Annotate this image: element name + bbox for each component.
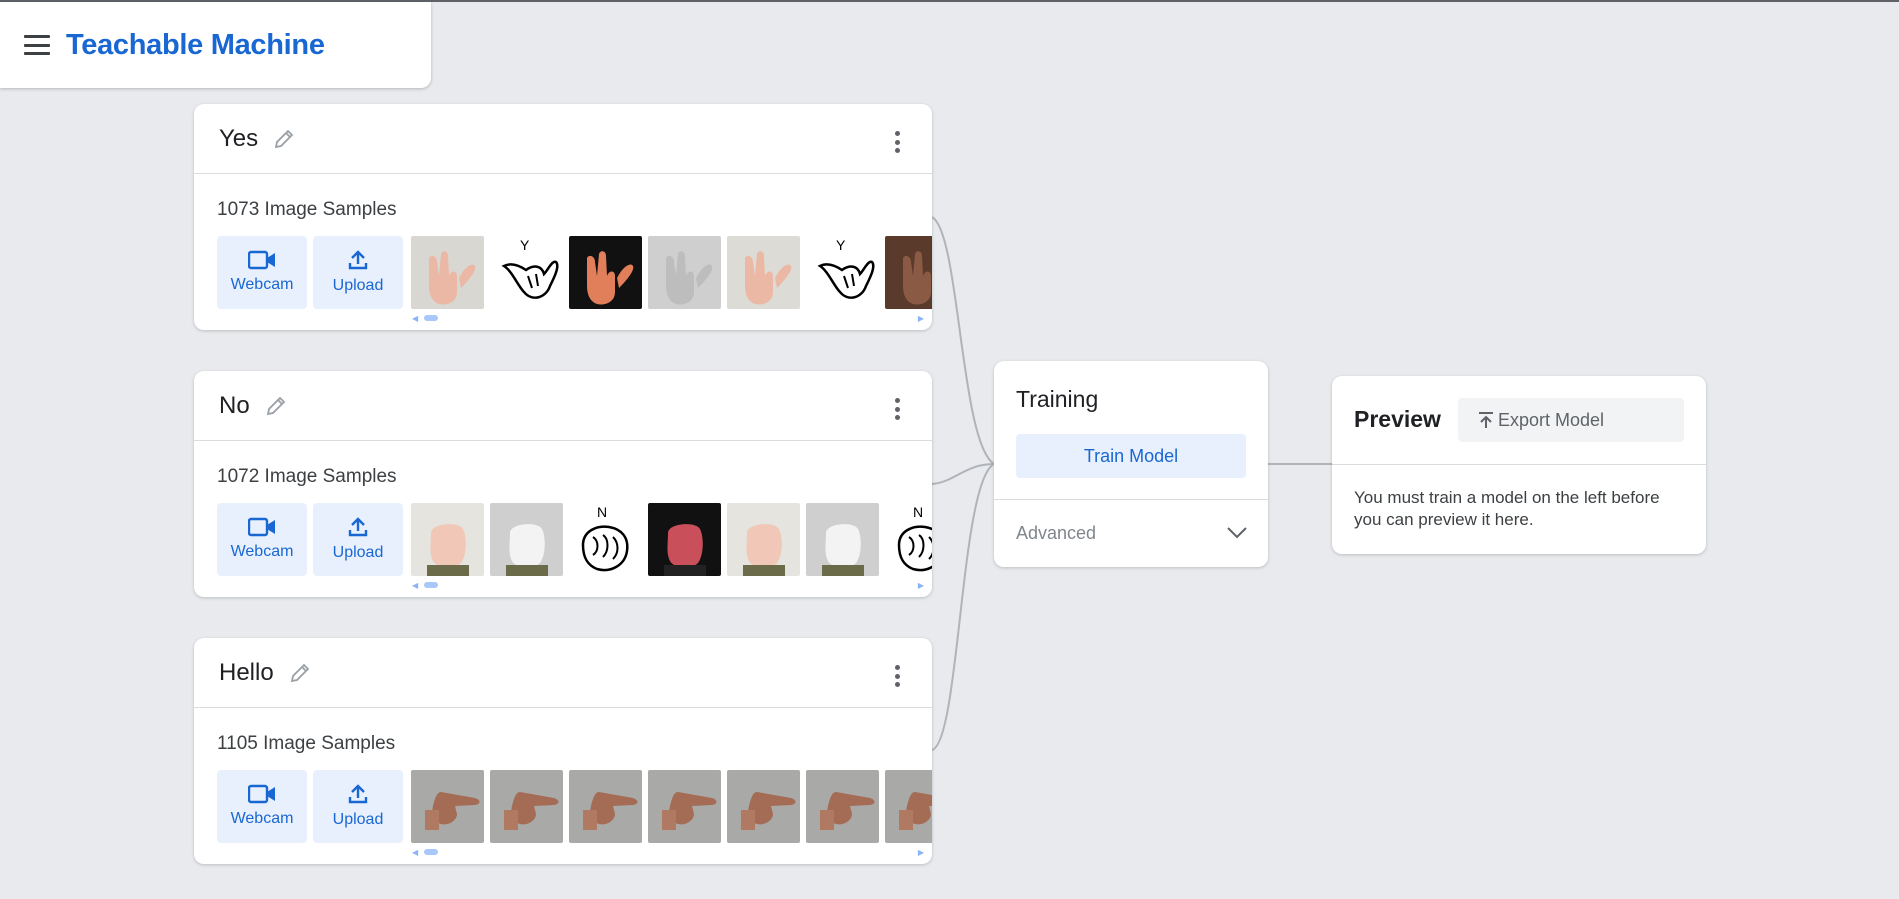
- sample-thumbnail[interactable]: [727, 235, 800, 309]
- webcam-icon: [248, 517, 275, 537]
- preview-divider: [1332, 464, 1706, 465]
- sample-thumbnail[interactable]: [727, 769, 800, 843]
- scroll-thumb[interactable]: [424, 849, 438, 855]
- preview-message: You must train a model on the left befor…: [1354, 488, 1660, 529]
- sample-scrollbar[interactable]: ◀ ▶: [412, 314, 924, 323]
- upload-label: Upload: [332, 544, 384, 561]
- sample-row: Webcam Upload N N: [217, 502, 932, 576]
- sample-thumbnail[interactable]: [411, 235, 484, 309]
- sample-thumbnail[interactable]: [885, 769, 932, 843]
- sample-thumbnail[interactable]: [806, 502, 879, 576]
- preview-title: Preview: [1354, 406, 1441, 432]
- export-model-button[interactable]: Export Model: [1458, 398, 1684, 442]
- sample-count: 1105 Image Samples: [217, 733, 396, 754]
- sample-count: 1072 Image Samples: [217, 466, 397, 487]
- webcam-button[interactable]: Webcam: [217, 769, 307, 843]
- sample-thumbnail[interactable]: N: [885, 502, 932, 576]
- sample-count: 1073 Image Samples: [217, 199, 397, 220]
- train-model-button[interactable]: Train Model: [1016, 434, 1246, 478]
- sample-thumbnails: Y Y: [411, 235, 932, 309]
- sample-row: Webcam Upload: [217, 769, 932, 843]
- sample-thumbnail[interactable]: Y: [806, 235, 879, 309]
- sample-thumbnail[interactable]: [727, 502, 800, 576]
- sample-row: Webcam Upload Y Y: [217, 235, 932, 309]
- svg-text:N: N: [597, 504, 607, 520]
- scroll-left-icon[interactable]: ◀: [412, 848, 418, 857]
- sample-thumbnail[interactable]: [885, 235, 932, 309]
- sample-thumbnail[interactable]: [490, 502, 563, 576]
- scroll-right-icon[interactable]: ▶: [918, 848, 924, 857]
- sample-thumbnail[interactable]: [411, 769, 484, 843]
- webcam-button[interactable]: Webcam: [217, 235, 307, 309]
- scroll-right-icon[interactable]: ▶: [918, 314, 924, 323]
- scroll-thumb[interactable]: [424, 582, 438, 588]
- training-panel: Training Train Model Advanced: [994, 361, 1268, 567]
- upload-button[interactable]: Upload: [313, 769, 403, 843]
- scroll-left-icon[interactable]: ◀: [412, 581, 418, 590]
- chevron-down-icon: [1227, 527, 1247, 539]
- sample-scrollbar[interactable]: ◀ ▶: [412, 581, 924, 590]
- sample-thumbnail[interactable]: [569, 769, 642, 843]
- pencil-icon[interactable]: [288, 661, 312, 685]
- sample-thumbnail[interactable]: [490, 769, 563, 843]
- upload-button[interactable]: Upload: [313, 235, 403, 309]
- class-card-header: Yes: [194, 104, 932, 174]
- menu-icon[interactable]: [24, 35, 50, 55]
- svg-text:N: N: [913, 504, 923, 520]
- sample-thumbnail[interactable]: [648, 502, 721, 576]
- pencil-icon[interactable]: [264, 394, 288, 418]
- scroll-right-icon[interactable]: ▶: [918, 581, 924, 590]
- webcam-button[interactable]: Webcam: [217, 502, 307, 576]
- class-card-header: No: [194, 371, 932, 441]
- upload-icon: [348, 250, 368, 270]
- advanced-label: Advanced: [1016, 523, 1097, 543]
- webcam-label: Webcam: [230, 543, 294, 560]
- sample-thumbnail[interactable]: [648, 235, 721, 309]
- webcam-icon: [248, 250, 275, 270]
- more-vert-icon[interactable]: [894, 398, 900, 420]
- class-name[interactable]: No: [219, 392, 250, 420]
- class-card: Hello 1105 Image Samples Webcam Upload ◀…: [194, 638, 932, 864]
- app-title[interactable]: Teachable Machine: [66, 29, 325, 62]
- scroll-thumb[interactable]: [424, 315, 438, 321]
- more-vert-icon[interactable]: [894, 131, 900, 153]
- webcam-label: Webcam: [230, 276, 294, 293]
- export-icon: [1479, 412, 1493, 428]
- class-name[interactable]: Yes: [219, 125, 258, 153]
- more-vert-icon[interactable]: [894, 665, 900, 687]
- class-name[interactable]: Hello: [219, 659, 274, 687]
- class-card: Yes 1073 Image Samples Webcam Upload Y Y…: [194, 104, 932, 330]
- svg-text:Y: Y: [520, 237, 530, 253]
- sample-thumbnail[interactable]: [648, 769, 721, 843]
- class-card-header: Hello: [194, 638, 932, 708]
- upload-label: Upload: [332, 277, 384, 294]
- sample-thumbnail[interactable]: [411, 502, 484, 576]
- sample-thumbnail[interactable]: [569, 235, 642, 309]
- export-model-label: Export Model: [1498, 409, 1605, 430]
- pencil-icon[interactable]: [272, 127, 296, 151]
- preview-panel: Preview Export Model You must train a mo…: [1332, 376, 1706, 554]
- upload-icon: [348, 784, 368, 804]
- class-card: No 1072 Image Samples Webcam Upload N N …: [194, 371, 932, 597]
- sample-scrollbar[interactable]: ◀ ▶: [412, 848, 924, 857]
- upload-button[interactable]: Upload: [313, 502, 403, 576]
- app-header: Teachable Machine: [0, 2, 431, 88]
- sample-thumbnail[interactable]: [806, 769, 879, 843]
- upload-label: Upload: [332, 811, 384, 828]
- sample-thumbnail[interactable]: Y: [490, 235, 563, 309]
- sample-thumbnails: N N: [411, 502, 932, 576]
- scroll-left-icon[interactable]: ◀: [412, 314, 418, 323]
- upload-icon: [348, 517, 368, 537]
- advanced-toggle[interactable]: Advanced: [994, 499, 1268, 567]
- webcam-label: Webcam: [230, 810, 294, 827]
- svg-text:Y: Y: [836, 237, 846, 253]
- sample-thumbnails: [411, 769, 932, 843]
- webcam-icon: [248, 784, 275, 804]
- sample-thumbnail[interactable]: N: [569, 502, 642, 576]
- training-title: Training: [1016, 386, 1099, 412]
